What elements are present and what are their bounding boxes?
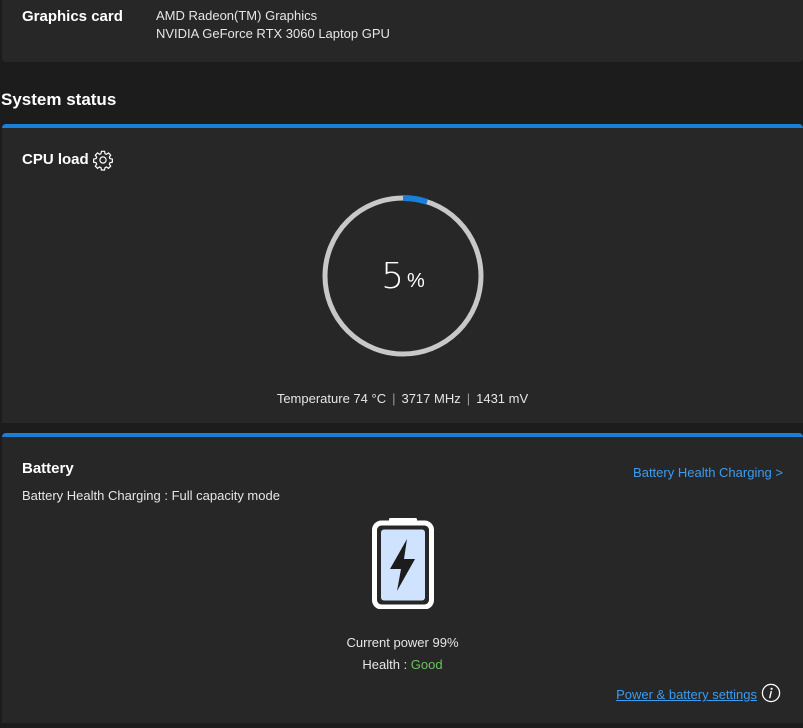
battery-card: Battery Battery Health Charging : Full c… [2, 433, 803, 723]
info-icon[interactable] [761, 683, 781, 703]
cpu-load-card: CPU load 5 % Temperature 74 °C | 3717 MHz |… [2, 124, 803, 423]
cpu-load-title: CPU load [22, 151, 89, 168]
cpu-load-unit: % [407, 269, 425, 292]
stat-divider: | [466, 391, 471, 406]
stat-divider: | [392, 391, 396, 406]
battery-health-charging-mode: Battery Health Charging : Full capacity … [22, 488, 280, 503]
graphics-card-list: AMD Radeon(TM) Graphics NVIDIA GeForce R… [156, 7, 390, 43]
cpu-load-value: 5 [381, 255, 405, 297]
battery-charging-icon [372, 518, 434, 609]
battery-health-label: Health : [362, 657, 411, 672]
battery-health-value: Good [410, 657, 443, 672]
cpu-load-readout: 5 % [321, 194, 485, 358]
battery-current-power: Current power 99% [346, 635, 459, 650]
graphics-card-amd: AMD Radeon(TM) Graphics [156, 8, 318, 23]
graphics-card-nvidia: NVIDIA GeForce RTX 3060 Laptop GPU [156, 26, 390, 41]
cpu-stats: Temperature 74 °C | 3717 MHz | 1431 mV [2, 391, 803, 406]
battery-title: Battery [22, 460, 74, 477]
graphics-card-panel: Graphics card AMD Radeon(TM) Graphics NV… [2, 0, 803, 62]
battery-health-charging-link[interactable]: Battery Health Charging > [633, 465, 783, 480]
system-status-title: System status [1, 90, 117, 109]
graphics-card-label: Graphics card [22, 8, 123, 25]
cpu-frequency: 3717 MHz [401, 391, 461, 406]
gear-icon[interactable] [92, 149, 114, 171]
battery-health: Health : Good [2, 657, 803, 672]
power-battery-settings-link[interactable]: Power & battery settings [616, 687, 757, 702]
cpu-temperature: Temperature 74 °C [276, 391, 387, 406]
cpu-voltage: 1431 mV [476, 391, 529, 406]
